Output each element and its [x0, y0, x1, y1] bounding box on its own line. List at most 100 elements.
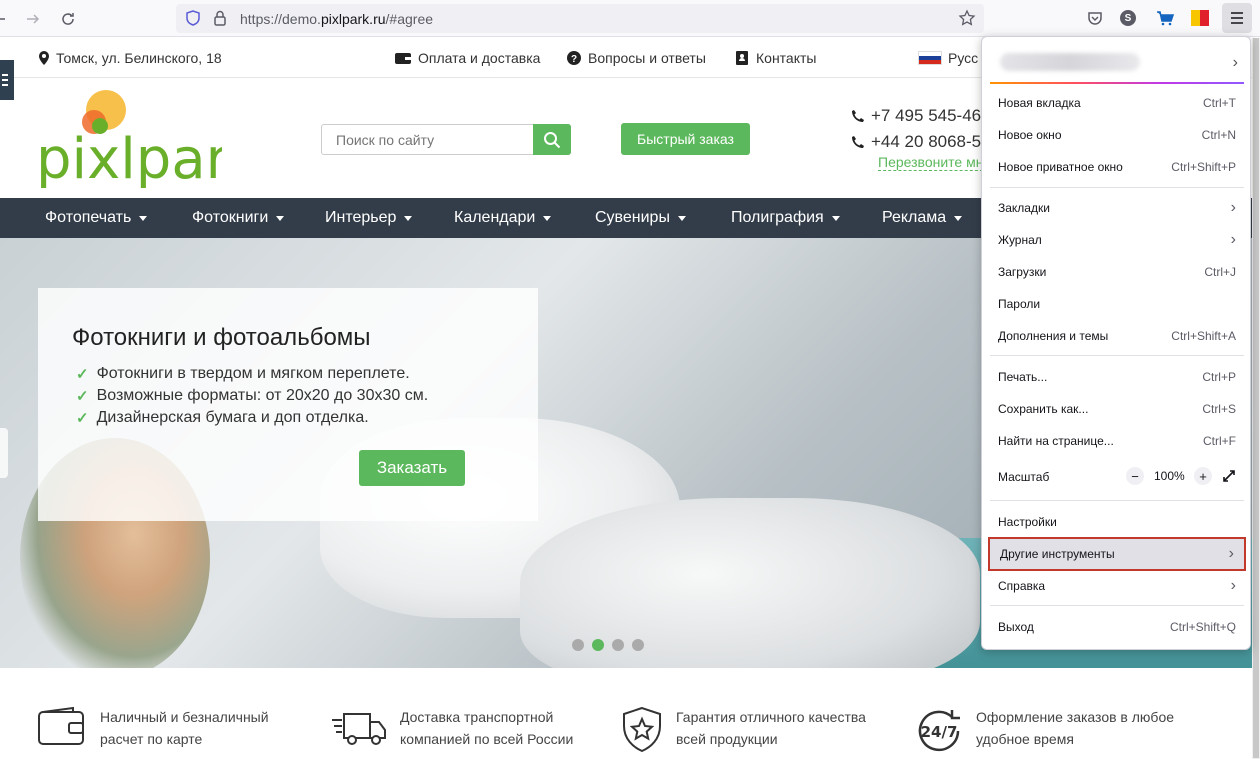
- chevron-right-icon: ›: [1232, 54, 1238, 71]
- caret-down-icon: [139, 215, 148, 221]
- list-item: ✓ Дизайнерская бумага и доп отделка.: [76, 409, 369, 427]
- order-button[interactable]: Заказать: [359, 450, 465, 486]
- faq-link[interactable]: ? Вопросы и ответы: [566, 50, 706, 66]
- page-scrollbar[interactable]: [1252, 38, 1260, 759]
- nav-item-photoprint[interactable]: Фотопечать: [45, 209, 148, 227]
- russia-flag-icon: [918, 51, 942, 65]
- site-search: [321, 124, 571, 155]
- feature-quality: Гарантия отличного качества всей продукци…: [620, 706, 866, 754]
- account-s-icon[interactable]: S: [1118, 8, 1138, 28]
- forward-button[interactable]: [20, 6, 46, 32]
- zoom-in-button[interactable]: +: [1194, 467, 1212, 485]
- caret-down-icon: [954, 215, 963, 221]
- menu-more-tools[interactable]: Другие инструменты ›: [988, 537, 1246, 571]
- list-item: ✓ Возможные форматы: от 20x20 до 30x30 см…: [76, 387, 429, 405]
- search-button[interactable]: [533, 124, 571, 155]
- menu-help[interactable]: Справка ›: [988, 571, 1246, 601]
- shield-icon[interactable]: [184, 9, 202, 27]
- lock-icon[interactable]: [212, 9, 228, 27]
- slider-dot[interactable]: [632, 639, 644, 651]
- menu-save-as[interactable]: Сохранить как... Ctrl+S: [988, 394, 1246, 424]
- phone-icon: [852, 136, 864, 148]
- slider-dot-active[interactable]: [592, 639, 604, 651]
- list-item: ✓ Фотокниги в твердом и мягком переплете.: [76, 365, 410, 383]
- callback-link[interactable]: Перезвоните мн: [878, 154, 984, 171]
- menu-separator: [990, 355, 1244, 356]
- pocket-icon[interactable]: [1085, 8, 1105, 28]
- check-icon: ✓: [76, 366, 89, 383]
- feature-payment: Наличный и безналичный расчет по карте: [36, 706, 269, 754]
- feature-247: 24/7 Оформление заказов в любое удобное в…: [914, 706, 1174, 754]
- wallet-icon: [36, 706, 88, 754]
- menu-settings[interactable]: Настройки: [988, 507, 1246, 537]
- menu-find[interactable]: Найти на странице... Ctrl+F: [988, 426, 1246, 456]
- menu-history[interactable]: Журнал ›: [988, 225, 1246, 255]
- account-row[interactable]: ›: [990, 45, 1244, 81]
- slider-dot[interactable]: [612, 639, 624, 651]
- caret-down-icon: [831, 215, 840, 221]
- question-circle-icon: ?: [567, 51, 581, 65]
- chevron-right-icon: ›: [1230, 577, 1236, 594]
- reload-button[interactable]: [55, 6, 81, 32]
- language-selector[interactable]: Русс: [918, 50, 978, 66]
- search-input[interactable]: [322, 125, 534, 154]
- cart-extension-icon[interactable]: [1155, 8, 1175, 28]
- quick-order-button[interactable]: Быстрый заказ: [621, 123, 750, 155]
- browser-toolbar: https://demo.pixlpark.ru/#agree S: [0, 0, 1260, 37]
- slider-prev-button[interactable]: [0, 428, 8, 478]
- menu-separator: [990, 187, 1244, 188]
- nav-item-printing[interactable]: Полиграфия: [731, 209, 840, 227]
- flag-extension-icon[interactable]: [1190, 8, 1210, 28]
- menu-bookmarks[interactable]: Закладки ›: [988, 193, 1246, 223]
- hero-bullets: ✓ Фотокниги в твердом и мягком переплете.…: [76, 363, 428, 429]
- menu-downloads[interactable]: Загрузки Ctrl+J: [988, 257, 1246, 287]
- menu-passwords[interactable]: Пароли: [988, 289, 1246, 319]
- contacts-link[interactable]: Контакты: [734, 50, 816, 66]
- address: Томск, ул. Белинского, 18: [38, 50, 222, 66]
- back-button[interactable]: [0, 6, 12, 32]
- menu-new-tab[interactable]: Новая вкладка Ctrl+T: [988, 88, 1246, 118]
- pixlpark-logo[interactable]: pixlpark: [36, 88, 262, 193]
- zoom-out-button[interactable]: −: [1126, 467, 1144, 485]
- app-menu-button[interactable]: [1222, 3, 1252, 33]
- address-text: Томск, ул. Белинского, 18: [56, 50, 222, 66]
- menu-exit[interactable]: Выход Ctrl+Shift+Q: [988, 612, 1246, 642]
- phone-1[interactable]: +7 495 545-46: [851, 106, 981, 126]
- slider-dot[interactable]: [572, 639, 584, 651]
- side-menu-tab[interactable]: [0, 60, 14, 100]
- menu-separator: [990, 605, 1244, 606]
- menu-addons[interactable]: Дополнения и темы Ctrl+Shift+A: [988, 321, 1246, 351]
- menu-new-window[interactable]: Новое окно Ctrl+N: [988, 120, 1246, 150]
- hamburger-icon: [1231, 12, 1243, 24]
- 24-7-icon: 24/7: [914, 706, 964, 754]
- menu-private-window[interactable]: Новое приватное окно Ctrl+Shift+P: [988, 152, 1246, 182]
- zoom-level[interactable]: 100%: [1154, 469, 1185, 483]
- url-text[interactable]: https://demo.pixlpark.ru/#agree: [240, 11, 433, 27]
- url-bar[interactable]: https://demo.pixlpark.ru/#agree: [176, 4, 984, 33]
- star-shield-icon: [620, 706, 664, 754]
- logo-mark: pixlpark: [36, 90, 262, 192]
- phone-2[interactable]: +44 20 8068-5: [851, 132, 981, 152]
- nav-item-advertising[interactable]: Реклама: [882, 209, 963, 227]
- location-pin-icon: [39, 51, 49, 65]
- svg-text:?: ?: [571, 54, 577, 65]
- nav-item-interior[interactable]: Интерьер: [325, 209, 413, 227]
- nav-item-photobooks[interactable]: Фотокниги: [192, 209, 285, 227]
- nav-item-souvenirs[interactable]: Сувениры: [595, 209, 686, 227]
- hero-card: Фотокниги и фотоальбомы ✓ Фотокниги в тве…: [38, 288, 538, 521]
- slider-dots: [572, 639, 644, 651]
- phone-icon: [852, 110, 864, 122]
- chevron-right-icon: ›: [1228, 545, 1234, 562]
- menu-print[interactable]: Печать... Ctrl+P: [988, 362, 1246, 392]
- bookmark-star-icon[interactable]: [958, 9, 976, 27]
- account-divider: [990, 82, 1244, 84]
- payment-link[interactable]: Оплата и доставка: [394, 50, 540, 66]
- back-arrow-icon: [0, 18, 5, 20]
- wallet-small-icon: [395, 53, 411, 64]
- chevron-right-icon: ›: [1230, 199, 1236, 216]
- nav-item-calendars[interactable]: Календари: [454, 209, 552, 227]
- caret-down-icon: [276, 215, 285, 221]
- menu-separator: [990, 500, 1244, 501]
- svg-text:24/7: 24/7: [921, 723, 958, 741]
- fullscreen-icon[interactable]: [1222, 469, 1236, 483]
